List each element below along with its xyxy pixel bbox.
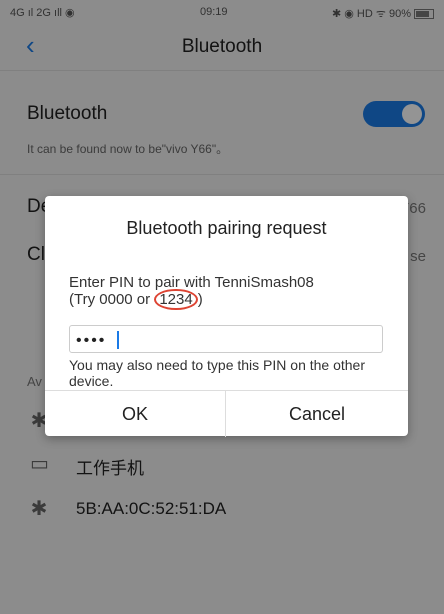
message-prefix: (Try 0000 or — [69, 291, 155, 308]
pin-input[interactable]: •••• — [69, 325, 383, 353]
message-suffix: ) — [197, 291, 203, 308]
dialog-note: You may also need to type this PIN on th… — [69, 357, 366, 389]
dialog-title: Bluetooth pairing request — [126, 218, 327, 238]
message-line-2: (Try 0000 or 1234) — [69, 289, 389, 310]
text-caret — [117, 331, 119, 349]
cancel-button[interactable]: Cancel — [226, 391, 408, 437]
pairing-dialog: Bluetooth pairing request Enter PIN to p… — [45, 196, 408, 437]
pin-value: •••• — [76, 332, 107, 349]
ok-button[interactable]: OK — [45, 391, 226, 437]
dialog-message: Enter PIN to pair with TenniSmash08 (Try… — [69, 274, 389, 310]
message-line-1: Enter PIN to pair with TenniSmash08 — [69, 274, 314, 291]
pin-suggestion-highlight: 1234 — [154, 289, 198, 310]
dialog-buttons: OK Cancel — [45, 390, 408, 437]
